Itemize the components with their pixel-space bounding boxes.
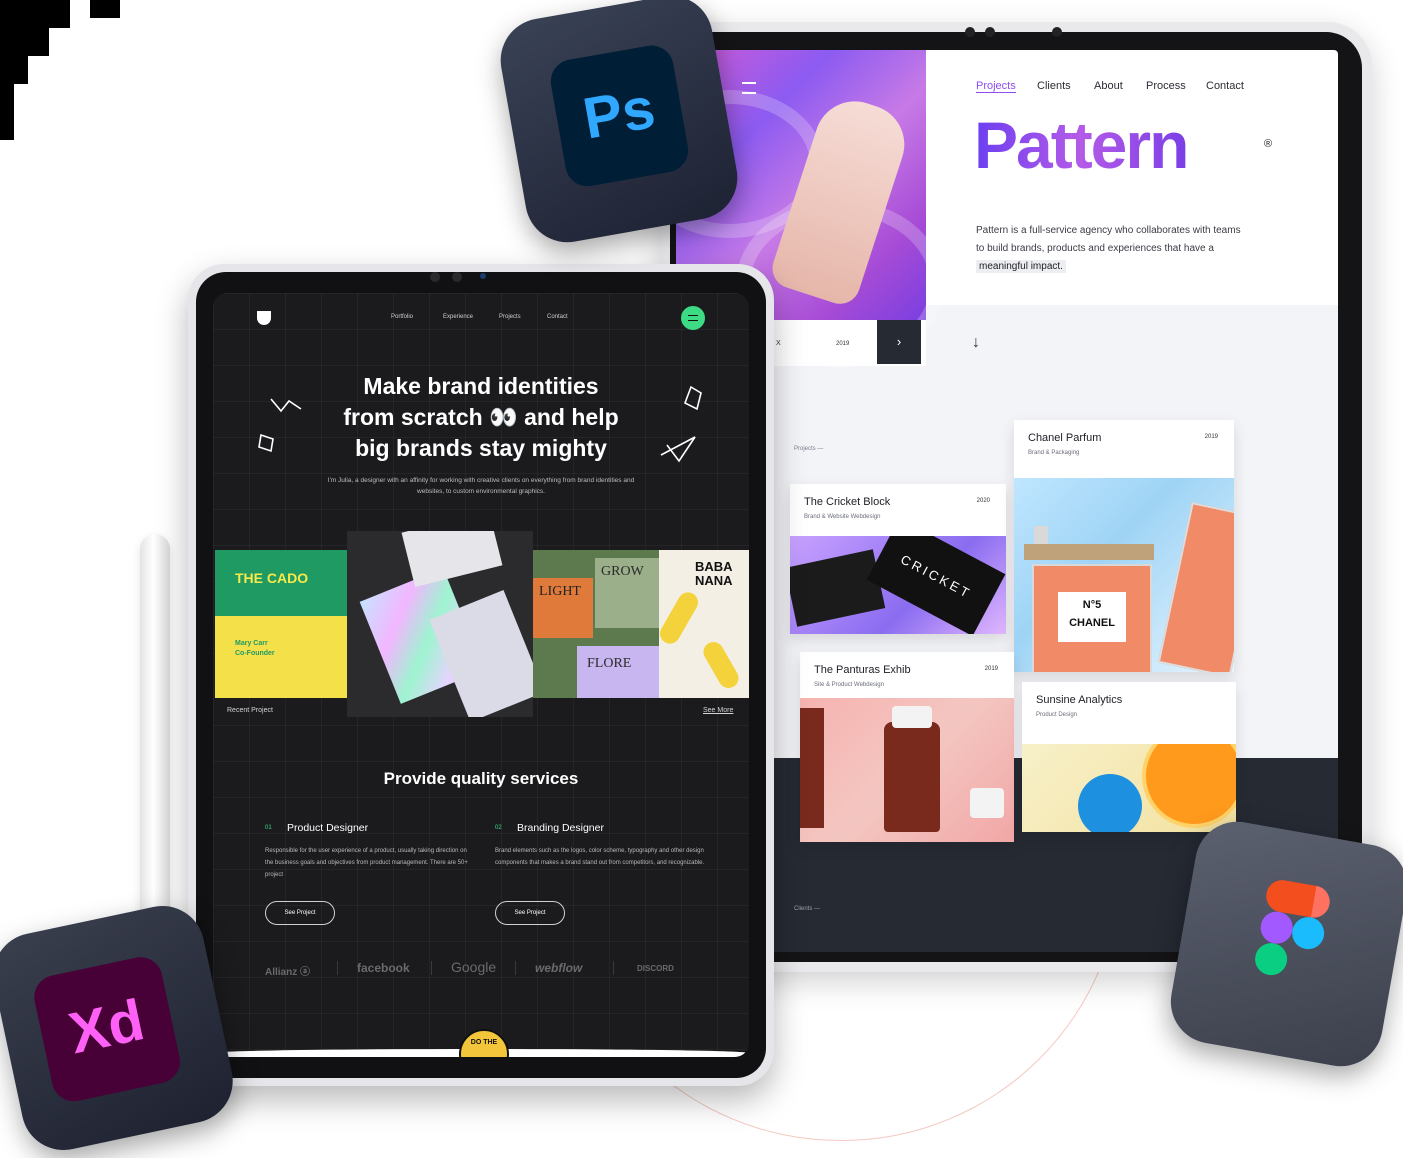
front-tablet-screen: Portfolio Experience Projects Contact Ma… bbox=[213, 293, 749, 1057]
project-card-cricket[interactable]: The Cricket Block Brand & Website Webdes… bbox=[790, 484, 1006, 634]
nav-projects[interactable]: Projects bbox=[499, 314, 521, 320]
nav-portfolio[interactable]: Portfolio bbox=[391, 314, 413, 320]
slider-label: X bbox=[776, 340, 781, 347]
project-card-sunsine[interactable]: Sunsine Analytics Product Design bbox=[1022, 682, 1236, 832]
card-subtitle: Brand & Website Webdesign bbox=[804, 514, 881, 520]
see-more-link[interactable]: See More bbox=[703, 707, 733, 714]
card-year: 2019 bbox=[984, 666, 998, 672]
services-title: Provide quality services bbox=[383, 769, 579, 788]
chanel-label-name: CHANEL bbox=[1069, 617, 1115, 629]
tile-word-flore: FLORE bbox=[577, 646, 659, 698]
card-subtitle: Product Design bbox=[1036, 712, 1078, 718]
orange-image bbox=[1022, 744, 1236, 832]
xd-icon: Xd bbox=[63, 987, 150, 1067]
service-title: Branding Designer bbox=[517, 822, 604, 834]
scroll-down-icon[interactable]: ↓ bbox=[972, 334, 980, 352]
doodle-shape-icon bbox=[683, 385, 702, 411]
figma-app-icon bbox=[1164, 815, 1403, 1073]
card-subtitle: Brand & Packaging bbox=[1028, 450, 1080, 456]
service-title: Product Designer bbox=[287, 822, 369, 834]
project-tile-babanana[interactable]: BABA NANA bbox=[659, 550, 749, 698]
nav-about[interactable]: About bbox=[1094, 80, 1123, 92]
brand-facebook: facebook bbox=[357, 961, 410, 975]
project-tile-cado[interactable]: THE CADO Mary Carr Co-Founder bbox=[215, 550, 349, 698]
card-title: Sunsine Analytics bbox=[1036, 694, 1123, 706]
nav-contact[interactable]: Contact bbox=[1206, 80, 1244, 92]
card-year: 2020 bbox=[976, 498, 990, 504]
figma-icon bbox=[1255, 880, 1330, 976]
tile-word-grow: GROW bbox=[595, 558, 659, 628]
photoshop-icon: Ps bbox=[578, 75, 660, 152]
service-number: 02 bbox=[495, 825, 502, 831]
next-slide-button[interactable]: › bbox=[877, 320, 921, 364]
brand-discord: DISCORD bbox=[637, 964, 674, 973]
cricket-card-text: CRICKET bbox=[866, 536, 1006, 634]
photoshop-app-icon: Ps bbox=[494, 0, 744, 249]
service-number: 01 bbox=[265, 825, 272, 831]
project-card-panturas[interactable]: The Panturas Exhib Site & Product Webdes… bbox=[800, 652, 1014, 842]
hero-intro: I'm Julia, a designer with an affinity f… bbox=[327, 477, 635, 495]
see-project-button[interactable]: See Project bbox=[265, 901, 335, 925]
brand-title: Pattern bbox=[974, 108, 1189, 182]
see-project-button[interactable]: See Project bbox=[495, 901, 565, 925]
tile-word-light: LIGHT bbox=[533, 578, 593, 638]
chanel-image: N°5 CHANEL bbox=[1014, 478, 1234, 672]
brand-webflow: webflow bbox=[535, 961, 583, 975]
corner-decoration-2 bbox=[90, 0, 120, 18]
highlight-text: meaningful impact. bbox=[976, 260, 1066, 273]
registered-mark: ® bbox=[1264, 138, 1273, 150]
sticker-text: DO THE bbox=[470, 1039, 498, 1046]
chanel-label-number: N°5 bbox=[1082, 599, 1102, 611]
card-year: 2019 bbox=[1204, 434, 1218, 440]
nav-experience[interactable]: Experience bbox=[443, 314, 473, 320]
project-card-chanel[interactable]: Chanel Parfum Brand & Packaging 2019 N°5… bbox=[1014, 420, 1234, 672]
back-tablet-screen: Projects Clients About Process Contact P… bbox=[676, 50, 1338, 952]
nav-process[interactable]: Process bbox=[1146, 80, 1186, 92]
card-title: The Cricket Block bbox=[804, 496, 891, 508]
tile-title: THE CADO bbox=[235, 570, 309, 586]
nav-projects[interactable]: Projects bbox=[976, 80, 1016, 93]
card-subtitle: Site & Product Webdesign bbox=[814, 682, 884, 688]
tile-name: Mary Carr bbox=[235, 640, 268, 647]
tile-role: Co-Founder bbox=[235, 650, 275, 657]
menu-button[interactable] bbox=[681, 306, 705, 330]
recent-project-label: Recent Project bbox=[227, 707, 273, 714]
card-title: Chanel Parfum bbox=[1028, 432, 1102, 444]
site-logo[interactable] bbox=[257, 311, 271, 325]
projects-label: Projects — bbox=[794, 446, 824, 452]
menu-icon[interactable] bbox=[742, 82, 756, 94]
brand-google: Google bbox=[451, 959, 497, 975]
service-description: Responsible for the user experience of a… bbox=[265, 848, 468, 878]
project-tile-light[interactable]: LIGHT GROW FLORE bbox=[533, 550, 659, 698]
slider-year: 2019 bbox=[836, 341, 850, 347]
service-description: Brand elements such as the logos, color … bbox=[495, 848, 705, 866]
corner-decoration bbox=[0, 0, 70, 140]
essential-oil-image bbox=[800, 698, 1014, 842]
card-title: The Panturas Exhib bbox=[814, 664, 911, 676]
sticker-badge: DO THE bbox=[459, 1029, 509, 1057]
cricket-image: CRICKET bbox=[790, 536, 1006, 634]
hero-headline: Make brand identities from scratch 👀 and… bbox=[343, 373, 619, 461]
nav-contact[interactable]: Contact bbox=[547, 314, 568, 320]
clients-label: Clients — bbox=[794, 906, 821, 912]
project-tile-holo[interactable] bbox=[347, 531, 533, 717]
tile-word-babanana: BABA NANA bbox=[695, 559, 733, 588]
brand-allianz: Allianz ⓐ bbox=[265, 967, 311, 978]
doodle-diamond-icon bbox=[258, 433, 274, 453]
agency-description: Pattern is a full-service agency who col… bbox=[976, 225, 1241, 273]
nav-clients[interactable]: Clients bbox=[1037, 80, 1071, 92]
